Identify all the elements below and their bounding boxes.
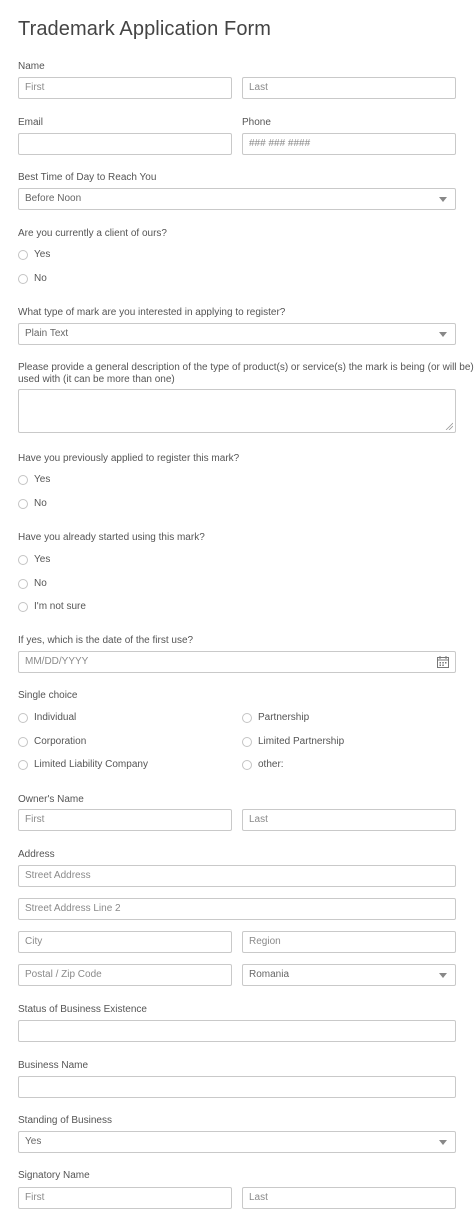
radio-circle-icon [18,498,28,509]
business-standing-selected: Yes [25,1136,42,1147]
email-field[interactable] [18,133,232,155]
best-time-selected: Before Noon [25,193,82,204]
phone-label: Phone [242,117,271,128]
radio-label: No [34,578,47,589]
city-input[interactable]: City [18,931,232,953]
llc-radio[interactable]: Limited Liability Company [18,759,148,770]
radio-label: Yes [34,249,51,260]
radio-circle-icon [18,554,28,565]
mark-type-select[interactable]: Plain Text [18,323,456,345]
owners-name-label: Owner's Name [18,794,84,805]
other-radio[interactable]: other: [242,759,284,770]
chevron-down-icon [439,197,447,202]
radio-circle-icon [18,474,28,485]
radio-circle-icon [18,578,28,589]
name-label: Name [18,61,45,72]
radio-label: Corporation [34,736,87,747]
business-name-input[interactable] [18,1076,456,1098]
owner-last-name-input[interactable]: Last [242,809,456,831]
partnership-radio[interactable]: Partnership [242,712,309,723]
page-title: Trademark Application Form [18,18,272,40]
description-label-line1: Please provide a general description of … [18,362,474,373]
region-input[interactable]: Region [242,931,456,953]
already-using-yes-radio[interactable]: Yes [18,554,50,565]
business-standing-select[interactable]: Yes [18,1131,456,1153]
previously-applied-no-radio[interactable]: No [18,498,47,509]
radio-circle-icon [242,712,252,723]
already-using-label: Have you already started using this mark… [18,532,205,543]
radio-label: Limited Liability Company [34,759,148,770]
phone-field[interactable]: ### ### #### [242,133,456,155]
previously-applied-label: Have you previously applied to register … [18,453,240,464]
resize-grip-icon[interactable] [445,422,453,430]
individual-radio[interactable]: Individual [18,712,76,723]
radio-label: I'm not sure [34,601,86,612]
description-textarea[interactable] [18,389,456,433]
first-use-date-label: If yes, which is the date of the first u… [18,635,194,646]
business-status-input[interactable] [18,1020,456,1042]
mark-type-label: What type of mark are you interested in … [18,307,286,318]
radio-label: Individual [34,712,77,723]
current-client-label: Are you currently a client of ours? [18,228,167,239]
radio-circle-icon [18,601,28,612]
limited-partnership-radio[interactable]: Limited Partnership [242,736,344,747]
last-name-input[interactable]: Last [242,77,456,99]
already-using-not-sure-radio[interactable]: I'm not sure [18,601,86,612]
radio-circle-icon [18,759,28,770]
radio-circle-icon [18,736,28,747]
previously-applied-yes-radio[interactable]: Yes [18,474,50,485]
country-select[interactable]: Romania [242,964,456,986]
radio-label: other: [258,759,284,770]
corporation-radio[interactable]: Corporation [18,736,86,747]
chevron-down-icon [439,1140,447,1145]
calendar-icon[interactable] [437,656,449,668]
first-name-input[interactable]: First [18,77,232,99]
radio-circle-icon [18,712,28,723]
street-address-line2-input[interactable]: Street Address Line 2 [18,898,456,920]
address-label: Address [18,849,55,860]
radio-label: Partnership [258,712,310,723]
date-placeholder: MM/DD/YYYY [25,656,89,667]
mark-type-selected: Plain Text [25,328,69,339]
chevron-down-icon [439,332,447,337]
business-standing-label: Standing of Business [18,1115,112,1126]
email-label: Email [18,117,44,128]
chevron-down-icon [439,973,447,978]
radio-circle-icon [242,759,252,770]
already-using-no-radio[interactable]: No [18,578,47,589]
radio-label: No [34,273,47,284]
radio-label: Limited Partnership [258,736,345,747]
first-use-date-input[interactable]: MM/DD/YYYY [18,651,456,673]
radio-circle-icon [242,736,252,747]
best-time-label: Best Time of Day to Reach You [18,172,157,183]
radio-label: No [34,498,47,509]
owner-first-name-input[interactable]: First [18,809,232,831]
postal-code-input[interactable]: Postal / Zip Code [18,964,232,986]
signatory-first-name-input[interactable]: First [18,1187,232,1209]
best-time-select[interactable]: Before Noon [18,188,456,210]
radio-label: Yes [34,554,51,565]
business-name-label: Business Name [18,1060,89,1071]
current-client-yes-radio[interactable]: Yes [18,249,50,260]
signatory-name-label: Signatory Name [18,1170,90,1181]
country-selected: Romania [249,969,290,980]
radio-label: Yes [34,474,51,485]
radio-circle-icon [18,249,28,260]
current-client-no-radio[interactable]: No [18,273,47,284]
signatory-last-name-input[interactable]: Last [242,1187,456,1209]
description-label-line2: used with (it can be more than one) [18,374,175,385]
radio-circle-icon [18,273,28,284]
street-address-input[interactable]: Street Address [18,865,456,887]
business-status-label: Status of Business Existence [18,1004,147,1015]
single-choice-label: Single choice [18,690,78,701]
